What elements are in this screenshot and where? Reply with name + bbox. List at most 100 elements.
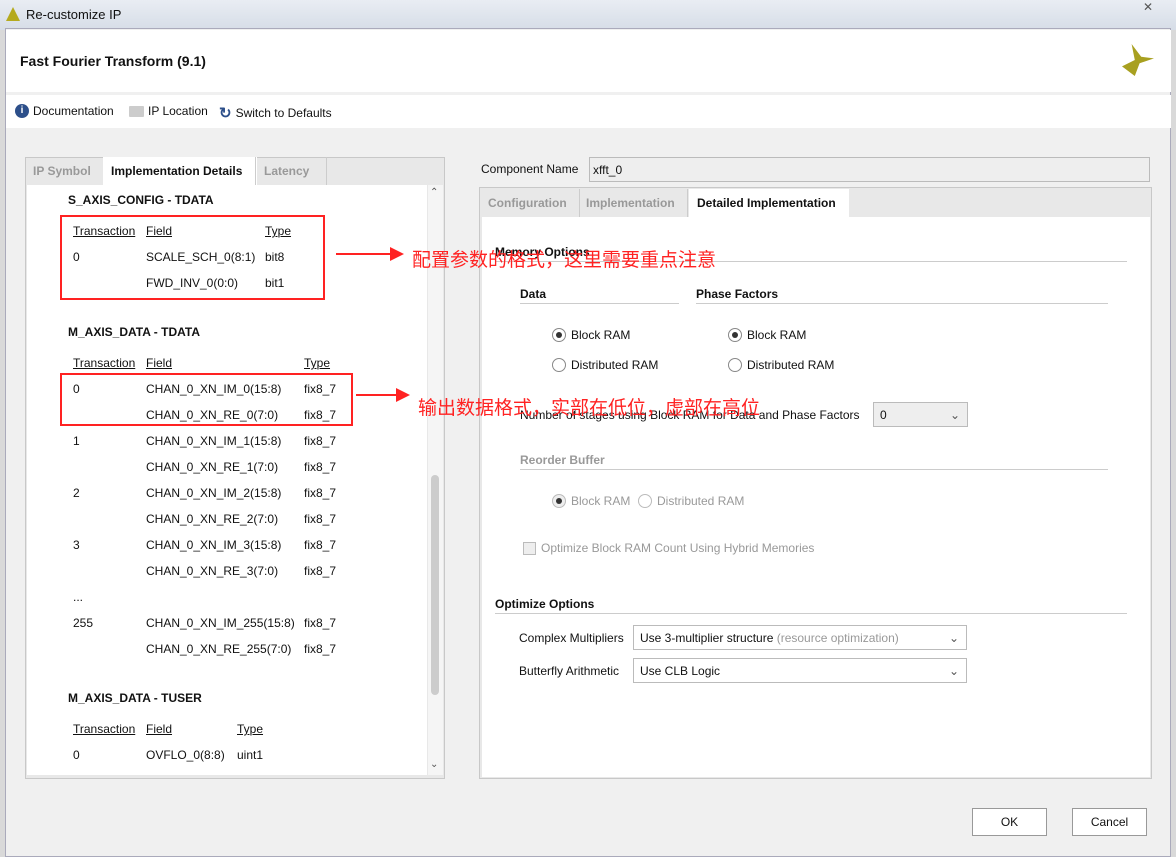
cell-transaction: 3: [73, 538, 80, 552]
cell-transaction: 255: [73, 616, 94, 630]
m-axis-data-title: M_AXIS_DATA - TDATA: [68, 325, 200, 339]
cell-field: CHAN_0_XN_RE_1(7:0): [146, 460, 279, 474]
complex-multipliers-select[interactable]: Use 3-multiplier structure (resource opt…: [633, 625, 967, 650]
chevron-down-icon: ⌄: [948, 630, 960, 645]
col-transaction: Transaction: [73, 722, 136, 736]
cell-type: fix8_7: [304, 460, 337, 474]
refresh-icon: ↻: [219, 105, 232, 122]
cell-transaction: 2: [73, 486, 80, 500]
annotation-box-output: [60, 373, 353, 426]
cell-type: fix8_7: [304, 538, 337, 552]
cell-field: CHAN_0_XN_IM_3(15:8): [146, 538, 282, 552]
ok-button[interactable]: OK: [972, 808, 1047, 836]
cell-transaction: 0: [73, 748, 80, 762]
radio-checked-icon: [728, 328, 742, 342]
close-window-button[interactable]: ✕: [1126, 0, 1170, 20]
cell-type: fix8_7: [304, 616, 337, 630]
scroll-up-icon[interactable]: ⌃: [430, 187, 438, 198]
chevron-down-icon: ⌄: [949, 407, 961, 422]
scrollbar-thumb[interactable]: [431, 475, 439, 695]
cell-field: CHAN_0_XN_IM_255(15:8): [146, 616, 295, 630]
col-transaction: Transaction: [73, 356, 136, 370]
reorder-buffer-heading: Reorder Buffer: [520, 453, 605, 467]
tab-latency[interactable]: Latency: [255, 157, 327, 185]
folder-icon: [129, 105, 144, 117]
annotation-config-text: 配置参数的格式，这里需要重点注意: [412, 249, 717, 271]
cancel-button[interactable]: Cancel: [1072, 808, 1147, 836]
m-axis-tuser-title: M_AXIS_DATA - TUSER: [68, 691, 202, 705]
header: Fast Fourier Transform (9.1): [6, 30, 1171, 92]
phase-factors-heading: Phase Factors: [696, 287, 779, 301]
ip-location-label: IP Location: [148, 104, 208, 118]
phase-distributed-ram-radio[interactable]: Distributed RAM: [728, 358, 834, 372]
reorder-block-ram-radio[interactable]: Block RAM: [552, 494, 630, 508]
reorder-distributed-ram-radio[interactable]: Distributed RAM: [638, 494, 744, 508]
annotation-box-config: [60, 215, 325, 300]
radio-label: Block RAM: [747, 328, 807, 342]
documentation-label: Documentation: [33, 104, 114, 118]
radio-label: Distributed RAM: [571, 358, 659, 372]
tab-ip-symbol[interactable]: IP Symbol: [25, 157, 99, 185]
cell-field: CHAN_0_XN_IM_1(15:8): [146, 434, 282, 448]
cell-transaction: 1: [73, 434, 80, 448]
optimize-options-heading: Optimize Options: [495, 597, 595, 611]
cell-transaction: ...: [73, 590, 84, 604]
switch-to-defaults-button[interactable]: ↻ Switch to Defaults: [219, 104, 332, 122]
xilinx-logo-icon: [6, 7, 20, 21]
data-block-ram-radio[interactable]: Block RAM: [552, 328, 630, 342]
radio-label: Block RAM: [571, 328, 631, 342]
s-axis-config-title: S_AXIS_CONFIG - TDATA: [68, 193, 214, 207]
radio-unchecked-icon: [728, 358, 742, 372]
scroll-down-icon[interactable]: ⌄: [430, 759, 438, 770]
scrollbar[interactable]: ⌃ ⌄: [428, 185, 443, 775]
cell-type: fix8_7: [304, 564, 337, 578]
annotation-arrow-icon: [336, 247, 404, 261]
xilinx-logo-icon: [1122, 44, 1154, 76]
complex-multipliers-value: Use 3-multiplier structure: [640, 630, 774, 645]
tab-detailed-implementation[interactable]: Detailed Implementation: [689, 189, 849, 217]
col-field: Field: [146, 356, 173, 370]
butterfly-arithmetic-select[interactable]: Use CLB Logic ⌄: [633, 658, 967, 683]
title-bar: Re-customize IP ✕: [0, 0, 1176, 30]
data-heading: Data: [520, 287, 547, 301]
radio-unchecked-icon: [638, 494, 652, 508]
ip-location-button[interactable]: IP Location: [129, 104, 208, 118]
checkbox-icon: [523, 541, 536, 555]
radio-label: Distributed RAM: [657, 494, 745, 508]
radio-checked-icon: [552, 328, 566, 342]
cell-field: CHAN_0_XN_RE_3(7:0): [146, 564, 279, 578]
tab-configuration[interactable]: Configuration: [480, 189, 580, 217]
complex-multipliers-label: Complex Multipliers: [519, 631, 624, 645]
cell-field: OVFLO_0(8:8): [146, 748, 225, 762]
chevron-down-icon: ⌄: [948, 663, 960, 678]
radio-checked-icon: [552, 494, 566, 508]
info-icon: i: [15, 104, 29, 118]
tab-implementation-details[interactable]: Implementation Details: [103, 157, 257, 185]
component-name-input[interactable]: xfft_0: [589, 157, 1150, 182]
optimize-hybrid-checkbox[interactable]: Optimize Block RAM Count Using Hybrid Me…: [523, 541, 814, 555]
radio-label: Distributed RAM: [747, 358, 835, 372]
component-name-value: xfft_0: [593, 163, 623, 177]
data-distributed-ram-radio[interactable]: Distributed RAM: [552, 358, 658, 372]
cell-type: fix8_7: [304, 486, 337, 500]
ip-title: Fast Fourier Transform (9.1): [20, 53, 206, 69]
stages-select[interactable]: 0 ⌄: [873, 402, 968, 427]
cell-type: fix8_7: [304, 512, 337, 526]
cell-type: uint1: [237, 748, 264, 762]
component-name-label: Component Name: [481, 162, 579, 176]
window-title: Re-customize IP: [26, 7, 122, 22]
cell-type: fix8_7: [304, 434, 337, 448]
phase-block-ram-radio[interactable]: Block RAM: [728, 328, 806, 342]
annotation-arrow-icon: [356, 388, 410, 402]
complex-multipliers-hint: (resource optimization): [776, 630, 899, 645]
cell-field: CHAN_0_XN_RE_2(7:0): [146, 512, 279, 526]
butterfly-arithmetic-value: Use CLB Logic: [640, 663, 721, 678]
cell-field: CHAN_0_XN_IM_2(15:8): [146, 486, 282, 500]
annotation-output-text: 输出数据格式，实部在低位，虚部在高位: [418, 397, 761, 419]
tab-implementation[interactable]: Implementation: [578, 189, 688, 217]
radio-unchecked-icon: [552, 358, 566, 372]
documentation-button[interactable]: i Documentation: [15, 104, 114, 118]
radio-label: Block RAM: [571, 494, 631, 508]
cell-type: fix8_7: [304, 642, 337, 656]
checkbox-label: Optimize Block RAM Count Using Hybrid Me…: [541, 541, 815, 555]
